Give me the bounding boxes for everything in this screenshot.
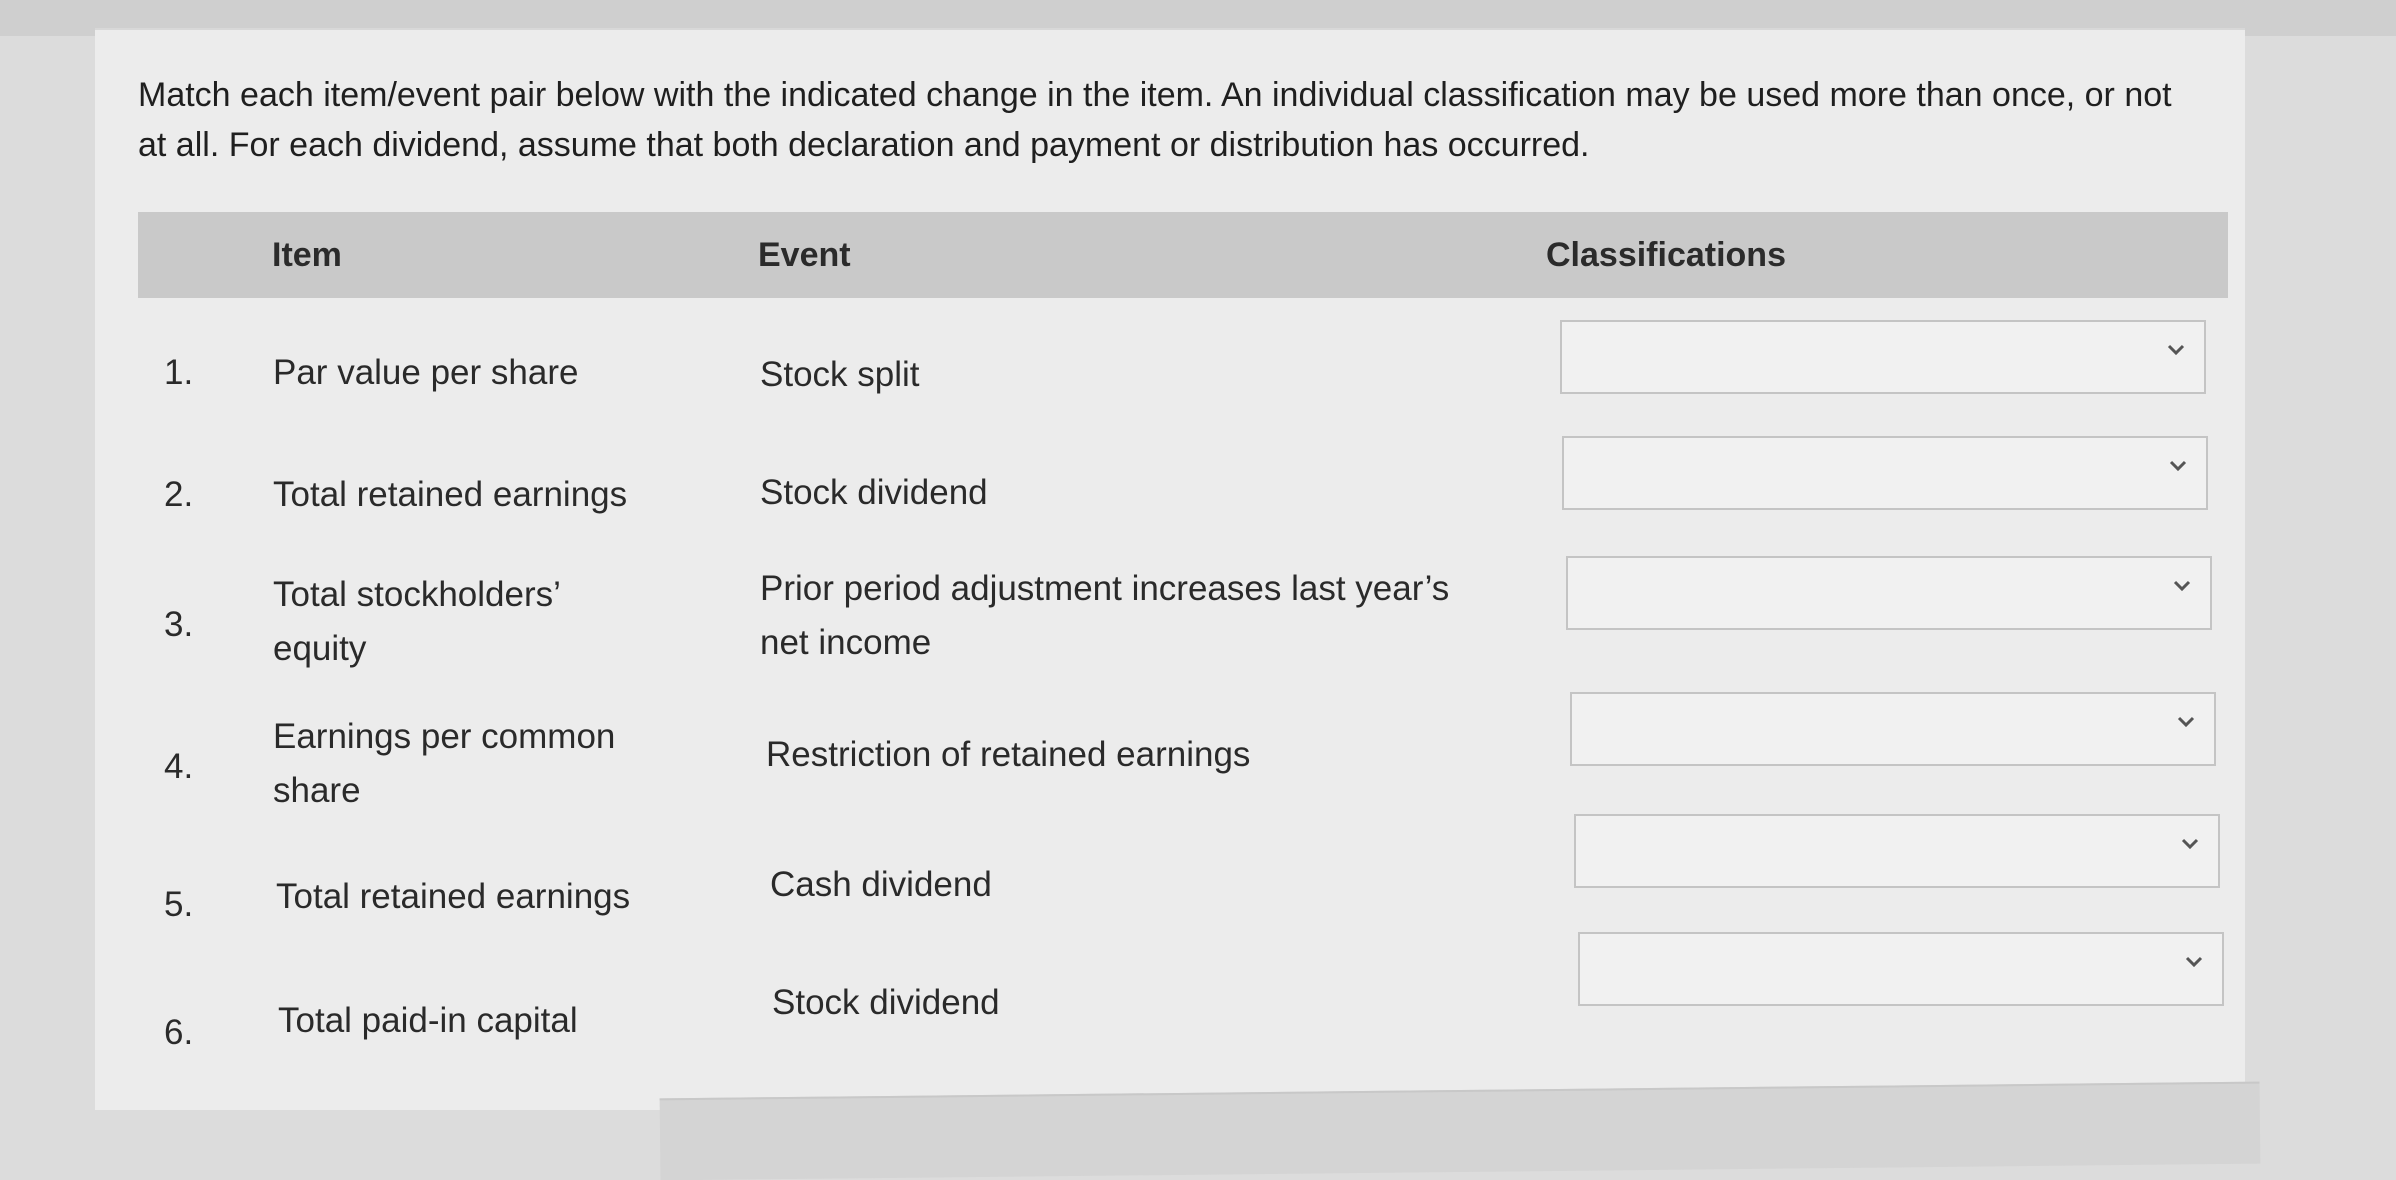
- question-instructions: Match each item/event pair below with th…: [138, 76, 2172, 164]
- classification-select[interactable]: [1566, 556, 2212, 630]
- chevron-down-icon: [2169, 460, 2187, 472]
- item-column-header: Item: [272, 236, 342, 274]
- row-event: Stock split: [760, 355, 920, 394]
- row-event: Cash dividend: [770, 865, 992, 904]
- table-header: Item Event Classifications: [138, 212, 2228, 298]
- row-event: Prior period adjustment increases last y…: [760, 569, 1450, 662]
- row-number: 6.: [164, 1013, 194, 1052]
- bottom-panel: [659, 1081, 2261, 1180]
- chevron-down-icon: [2181, 838, 2199, 850]
- row-item: Total paid-in capital: [278, 1001, 578, 1040]
- row-number: 4.: [164, 747, 194, 786]
- row-item: Par value per share: [273, 353, 579, 392]
- classifications-column-header: Classifications: [1546, 236, 1786, 274]
- row-number: 2.: [164, 475, 194, 514]
- row-item: Total stockholders’ equity: [273, 575, 560, 668]
- chevron-down-icon: [2173, 580, 2191, 592]
- chevron-down-icon: [2185, 956, 2203, 968]
- event-column-header: Event: [758, 236, 851, 274]
- row-event: Stock dividend: [772, 983, 1000, 1022]
- row-number: 5.: [164, 885, 194, 924]
- row-event: Restriction of retained earnings: [766, 735, 1251, 774]
- chevron-down-icon: [2167, 344, 2185, 356]
- row-item: Earnings per common share: [273, 717, 616, 810]
- row-number: 3.: [164, 605, 194, 644]
- classification-select[interactable]: [1574, 814, 2220, 888]
- row-item: Total retained earnings: [276, 877, 631, 916]
- row-item: Total retained earnings: [273, 475, 628, 514]
- classification-select[interactable]: [1560, 320, 2206, 394]
- row-number: 1.: [164, 353, 194, 392]
- classification-select[interactable]: [1570, 692, 2216, 766]
- classification-select[interactable]: [1578, 932, 2224, 1006]
- classification-select[interactable]: [1562, 436, 2208, 510]
- chevron-down-icon: [2177, 716, 2195, 728]
- row-event: Stock dividend: [760, 473, 988, 512]
